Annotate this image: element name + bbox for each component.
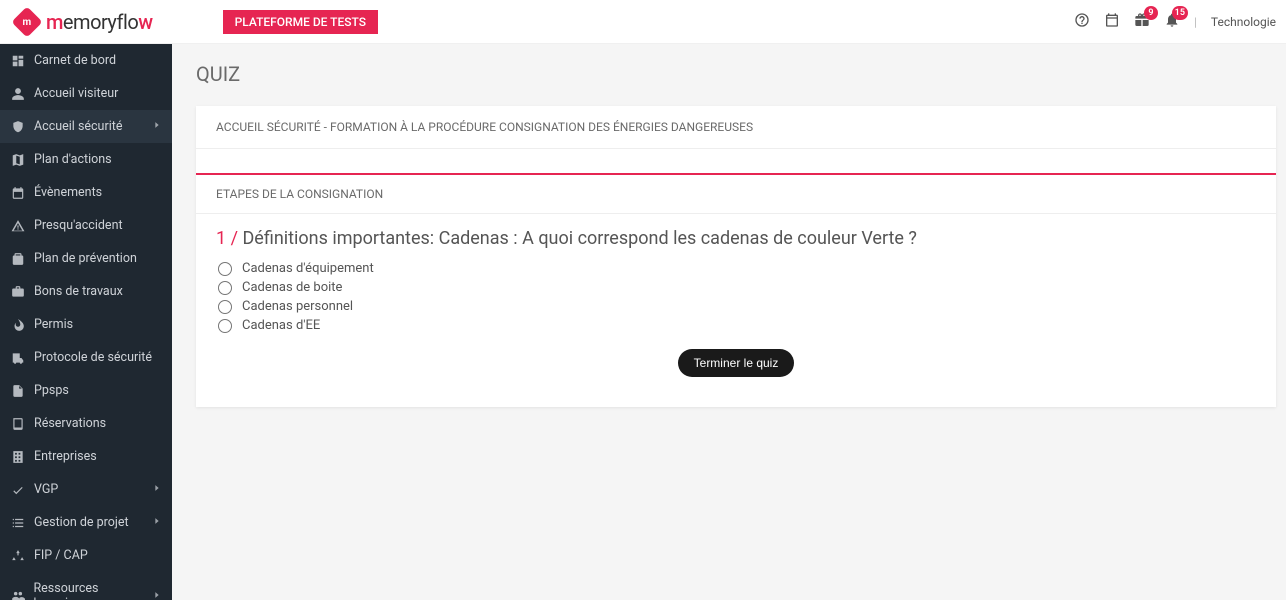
quiz-option-label: Cadenas d'EE [242,318,320,333]
chevron-right-icon [152,589,162,600]
sidebar-item-accueil-visiteur[interactable]: Accueil visiteur [0,77,172,110]
sidebar-item-label: FIP / CAP [34,548,88,563]
finish-quiz-button[interactable]: Terminer le quiz [678,349,795,377]
recycle-icon [10,549,26,563]
quiz-option-0[interactable]: Cadenas d'équipement [218,259,1256,278]
file-icon [10,384,26,398]
brand-logo[interactable]: m memoryflow [16,10,153,34]
help-icon[interactable] [1074,12,1090,31]
gift-count-badge: 9 [1144,6,1158,20]
quiz-radio-3[interactable] [218,319,232,333]
quiz-option-2[interactable]: Cadenas personnel [218,297,1256,316]
briefcase-icon [10,285,26,299]
topbar-right: 9 15 | Technologie [1074,12,1276,31]
sidebar-item-label: Accueil visiteur [34,86,118,101]
brand-badge-icon: m [11,6,42,37]
chevron-right-icon [152,119,162,134]
brand-name: memoryflow [46,10,153,34]
topbar: m memoryflow PLATEFORME DE TESTS 9 15 | … [0,0,1286,44]
users-icon [10,589,25,600]
chevron-right-icon [152,482,162,497]
sidebar-item-gestion-de-projet[interactable]: Gestion de projet [0,506,172,539]
sidebar-item-fip-cap[interactable]: FIP / CAP [0,539,172,572]
sidebar-item-label: Évènements [34,185,102,200]
sidebar-item-plan-de-pr-vention[interactable]: Plan de prévention [0,242,172,275]
sidebar-item-label: Protocole de sécurité [34,350,152,365]
section-header: ETAPES DE LA CONSIGNATION [196,173,1276,214]
calendar-icon [10,186,26,200]
sidebar-item-protocole-de-s-curit-[interactable]: Protocole de sécurité [0,341,172,374]
quiz-radio-1[interactable] [218,281,232,295]
dashboard-icon [10,54,26,68]
building-icon [10,450,26,464]
sidebar-item-entreprises[interactable]: Entreprises [0,440,172,473]
main-content: QUIZ ACCUEIL SÉCURITÉ - FORMATION À LA P… [172,44,1286,600]
sidebar-item-r-servations[interactable]: Réservations [0,407,172,440]
quiz-option-1[interactable]: Cadenas de boite [218,278,1256,297]
tasks-icon [10,516,26,530]
sidebar-item-label: Plan de prévention [34,251,137,266]
quiz-option-3[interactable]: Cadenas d'EE [218,316,1256,335]
question-number: 1 / [216,228,238,249]
truck-icon [10,351,26,365]
sidebar-item-label: Ppsps [34,383,69,398]
quiz-card: ACCUEIL SÉCURITÉ - FORMATION À LA PROCÉD… [196,106,1276,407]
gift-icon[interactable]: 9 [1134,12,1150,31]
sidebar-item-label: Entreprises [34,449,97,464]
sidebar-item-ppsps[interactable]: Ppsps [0,374,172,407]
fire-icon [10,318,26,332]
quiz-option-label: Cadenas de boite [242,280,342,295]
check-icon [10,483,26,497]
platform-badge: PLATEFORME DE TESTS [223,10,378,34]
user-label[interactable]: Technologie [1211,15,1276,29]
sidebar-item-plan-d-actions[interactable]: Plan d'actions [0,143,172,176]
sidebar-item-carnet-de-bord[interactable]: Carnet de bord [0,44,172,77]
sidebar-item-label: Gestion de projet [34,515,129,530]
sidebar-item-presqu-accident[interactable]: Presqu'accident [0,209,172,242]
notif-count-badge: 15 [1172,6,1188,20]
quiz-radio-2[interactable] [218,300,232,314]
sidebar-item-ressources-humaines[interactable]: Ressources humaines [0,572,172,600]
quiz-radio-0[interactable] [218,262,232,276]
warning-icon [10,219,26,233]
user-shield-icon [10,120,26,134]
question-text: Définitions importantes: Cadenas : A quo… [242,228,916,249]
sidebar-item-label: Carnet de bord [34,53,116,68]
sidebar-item-bons-de-travaux[interactable]: Bons de travaux [0,275,172,308]
calendar-icon[interactable] [1104,12,1120,31]
sidebar-item-label: Réservations [34,416,106,431]
sidebar-item-label: Bons de travaux [34,284,123,299]
sidebar-item-label: Ressources humaines [33,581,152,600]
question-line: 1 / Définitions importantes: Cadenas : A… [216,228,1256,249]
chevron-right-icon [152,515,162,530]
sidebar-item--v-nements[interactable]: Évènements [0,176,172,209]
book-icon [10,417,26,431]
sidebar-item-label: Presqu'accident [34,218,123,233]
quiz-option-label: Cadenas personnel [242,299,353,314]
user-icon [10,87,26,101]
sidebar-item-label: Permis [34,317,73,332]
options-list: Cadenas d'équipement Cadenas de boite Cade… [218,259,1256,335]
sidebar-item-vgp[interactable]: VGP [0,473,172,506]
sidebar-item-permis[interactable]: Permis [0,308,172,341]
sidebar-item-label: Accueil sécurité [34,119,122,134]
breadcrumb: ACCUEIL SÉCURITÉ - FORMATION À LA PROCÉD… [196,106,1276,149]
sidebar-item-accueil-s-curit-[interactable]: Accueil sécurité [0,110,172,143]
sidebar: Carnet de bord Accueil visiteur Accueil sé… [0,44,172,600]
quiz-option-label: Cadenas d'équipement [242,261,374,276]
separator: | [1194,15,1197,29]
sidebar-item-label: VGP [34,482,58,497]
question-wrap: 1 / Définitions importantes: Cadenas : A… [196,214,1276,407]
page-title: QUIZ [196,62,1286,86]
bell-icon[interactable]: 15 [1164,12,1180,31]
map-icon [10,153,26,167]
sidebar-item-label: Plan d'actions [34,152,112,167]
clipboard-icon [10,252,26,266]
